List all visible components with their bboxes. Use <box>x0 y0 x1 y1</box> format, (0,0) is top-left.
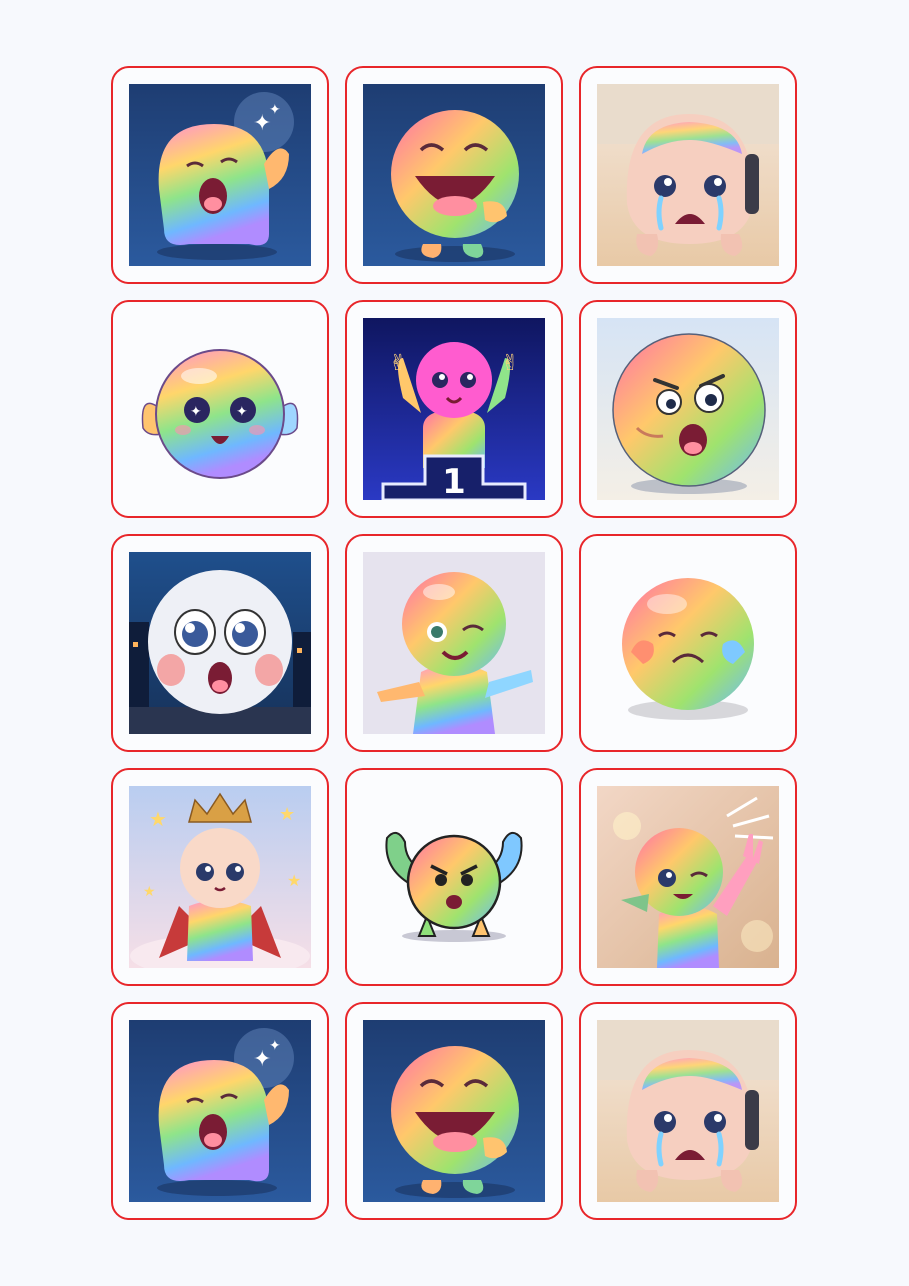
svg-text:✦: ✦ <box>236 404 248 420</box>
worried-ball-icon <box>597 552 779 734</box>
sticker-tile[interactable]: ✌ ✌ 1 <box>345 300 563 518</box>
svg-text:★: ★ <box>143 884 156 900</box>
laughing-blob-icon <box>363 1020 545 1202</box>
sticker-tile[interactable] <box>579 66 797 284</box>
svg-text:✌: ✌ <box>389 351 407 376</box>
yawning-sparkle-blob-icon: ✦ ✦ <box>129 84 311 266</box>
svg-text:✦: ✦ <box>269 1038 281 1054</box>
svg-text:★: ★ <box>149 807 167 831</box>
starry-eyed-blob-icon: ✦ ✦ <box>129 318 311 500</box>
svg-text:★: ★ <box>287 871 301 890</box>
shocked-angry-blob-icon <box>597 318 779 500</box>
svg-text:✦: ✦ <box>269 102 281 118</box>
surprised-night-blob-icon <box>129 552 311 734</box>
crying-blob-icon <box>597 1020 779 1202</box>
crying-blob-icon <box>597 84 779 266</box>
sticker-tile[interactable] <box>579 768 797 986</box>
sticker-tile[interactable]: ✦ ✦ <box>111 300 329 518</box>
angry-flexing-blob-icon <box>363 786 545 968</box>
sticker-tile[interactable] <box>345 534 563 752</box>
sticker-tile[interactable]: ✦ ✦ <box>111 66 329 284</box>
sticker-tile[interactable] <box>345 768 563 986</box>
sticker-tile[interactable] <box>579 1002 797 1220</box>
waving-wink-blob-icon <box>597 786 779 968</box>
sticker-tile[interactable] <box>579 534 797 752</box>
laughing-blob-icon <box>363 84 545 266</box>
yawning-sparkle-blob-icon: ✦ ✦ <box>129 1020 311 1202</box>
svg-text:★: ★ <box>279 804 295 825</box>
sticker-tile[interactable]: ★ ★ ★ ★ <box>111 768 329 986</box>
victory-podium-blob-icon: ✌ ✌ 1 <box>363 318 545 500</box>
sticker-tile[interactable]: ✦ ✦ <box>111 1002 329 1220</box>
sticker-grid: ✦ ✦ ✦ ✦ ✌ ✌ 1 ★ ★ ★ ★ ✦ ✦ <box>111 66 797 1220</box>
sticker-tile[interactable] <box>579 300 797 518</box>
svg-text:✌: ✌ <box>501 351 519 376</box>
crowned-king-blob-icon: ★ ★ ★ ★ <box>129 786 311 968</box>
sticker-tile[interactable] <box>345 66 563 284</box>
sticker-tile[interactable] <box>111 534 329 752</box>
svg-text:✦: ✦ <box>190 404 202 420</box>
podium-number: 1 <box>442 462 466 500</box>
sticker-tile[interactable] <box>345 1002 563 1220</box>
winking-blob-icon <box>363 552 545 734</box>
